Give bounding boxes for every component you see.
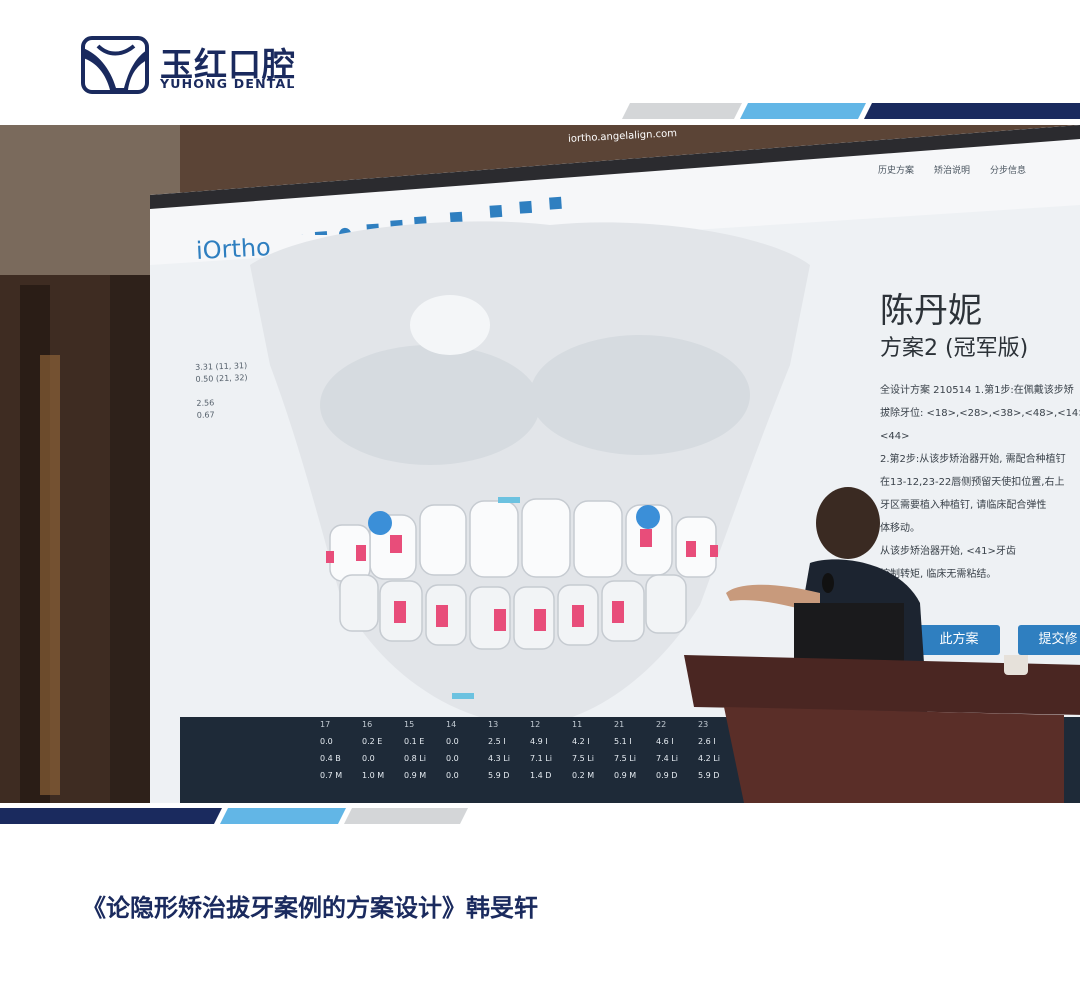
table-cell: 4.2 I bbox=[572, 737, 590, 746]
table-cell: 0.0 bbox=[446, 754, 459, 763]
table-cell: 0.2 E bbox=[362, 737, 383, 746]
left-note: 0.67 bbox=[196, 410, 215, 420]
tooth-header: 15 bbox=[404, 720, 415, 729]
table-cell: 4.9 I bbox=[530, 737, 548, 746]
tooth-header: 11 bbox=[572, 720, 583, 729]
tooth-header: 13 bbox=[488, 720, 499, 729]
table-cell: 0.0 bbox=[446, 737, 459, 746]
side-tab-notes: 矫治说明 bbox=[934, 166, 971, 176]
table-cell: 7.5 Li bbox=[614, 754, 636, 763]
logo-mark-icon bbox=[81, 36, 149, 94]
table-cell: 4.3 Li bbox=[488, 754, 510, 763]
talk-caption: 《论隐形矫治拔牙案例的方案设计》韩旻轩 bbox=[82, 894, 538, 922]
table-cell: 7.5 Li bbox=[572, 754, 594, 763]
tooth-header: 17 bbox=[320, 720, 331, 729]
table-cell: 7.1 Li bbox=[530, 754, 552, 763]
table-cell: 5.1 I bbox=[614, 737, 632, 746]
presentation-photo: iortho.angelalign.com iOrtho 3.31 (11, 3… bbox=[0, 125, 1080, 803]
brand-name-en: YUHONG DENTAL bbox=[160, 76, 296, 91]
podium bbox=[684, 655, 1080, 803]
tooth-header: 21 bbox=[614, 720, 625, 729]
plan-title: 方案2 (冠军版) bbox=[880, 336, 1029, 361]
table-cell: 1.0 M bbox=[362, 771, 385, 780]
table-cell: 0.0 bbox=[446, 771, 459, 780]
tooth-header: 16 bbox=[362, 720, 373, 729]
plan-line: 全设计方案 210514 1.第1步:在佩戴该步矫 bbox=[880, 385, 1074, 396]
table-cell: 0.2 M bbox=[572, 771, 595, 780]
table-cell: 0.0 bbox=[362, 754, 375, 763]
side-tab-history: 历史方案 bbox=[878, 166, 915, 176]
table-cell: 0.0 bbox=[320, 737, 333, 746]
side-panel-tabs: 历史方案 矫治说明 分步信息 bbox=[878, 163, 1026, 176]
table-cell: 0.1 E bbox=[404, 737, 425, 746]
table-cell: 1.4 D bbox=[530, 771, 552, 780]
left-notes-panel: 3.31 (11, 31) 0.50 (21, 32) 2.56 0.67 bbox=[195, 360, 249, 422]
brand-logo: 玉红口腔 YUHONG DENTAL bbox=[80, 36, 320, 96]
table-cell: 0.9 M bbox=[404, 771, 427, 780]
table-cell: 0.4 B bbox=[320, 754, 341, 763]
table-cell: 5.9 D bbox=[488, 771, 510, 780]
plan-line: 拔除牙位: <18>,<28>,<38>,<48>,<14>, bbox=[880, 408, 1080, 419]
patient-name: 陈丹妮 bbox=[880, 291, 982, 331]
side-tab-steps: 分步信息 bbox=[990, 166, 1027, 176]
tooth-header: 12 bbox=[530, 720, 541, 729]
plan-line: 2.第2步:从该步矫治器开始, 需配合种植钉 bbox=[880, 454, 1066, 465]
bottom-stripes bbox=[0, 808, 468, 824]
table-cell: 2.5 I bbox=[488, 737, 506, 746]
top-stripes bbox=[622, 103, 1080, 119]
table-cell: 0.9 M bbox=[614, 771, 637, 780]
tooth-header: 14 bbox=[446, 720, 457, 729]
table-cell: 0.7 M bbox=[320, 771, 343, 780]
table-cell: 0.8 Li bbox=[404, 754, 426, 763]
plan-line: <44> bbox=[880, 431, 910, 442]
left-note: 0.50 (21, 32) bbox=[195, 373, 248, 384]
